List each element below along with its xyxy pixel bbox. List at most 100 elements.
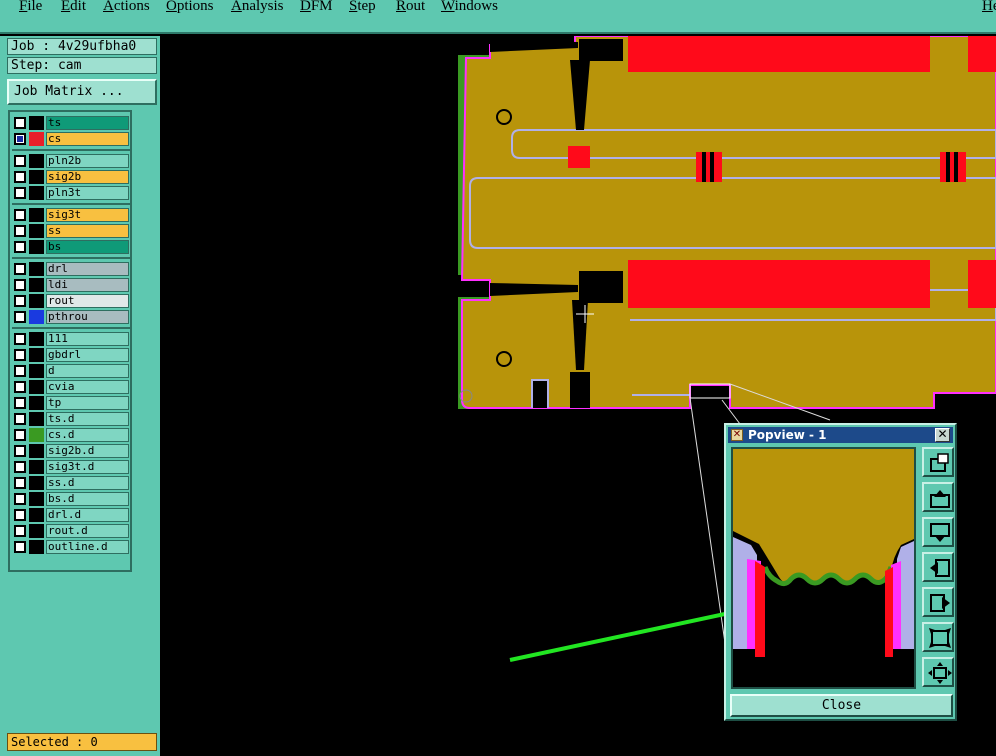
layer-color-swatch[interactable] [29,348,44,362]
layer-name[interactable]: ss.d [46,476,129,490]
layer-row-sig2b.d[interactable]: sig2b.d [12,444,130,458]
layer-row-gbdrl[interactable]: gbdrl [12,348,130,362]
layer-name[interactable]: sig3t.d [46,460,129,474]
layer-name[interactable]: sig3t [46,208,129,222]
layer-checkbox[interactable] [14,477,26,489]
layer-row-cvia[interactable]: cvia [12,380,130,394]
layer-color-swatch[interactable] [29,492,44,506]
layer-color-swatch[interactable] [29,116,44,130]
layer-name[interactable]: pln3t [46,186,129,200]
layer-name[interactable]: sig2b.d [46,444,129,458]
layer-name[interactable]: ts [46,116,129,130]
layer-color-swatch[interactable] [29,154,44,168]
layer-name[interactable]: 111 [46,332,129,346]
layer-checkbox[interactable] [14,541,26,553]
layer-row-rout[interactable]: rout [12,294,130,308]
layer-checkbox[interactable] [14,493,26,505]
layer-color-swatch[interactable] [29,460,44,474]
layer-name[interactable]: rout.d [46,524,129,538]
layer-checkbox[interactable] [14,525,26,537]
layer-checkbox[interactable] [14,445,26,457]
layer-row-ts[interactable]: ts [12,116,130,130]
layer-checkbox[interactable] [14,413,26,425]
layer-checkbox[interactable] [14,381,26,393]
menu-help[interactable]: He [982,0,996,15]
layer-checkbox[interactable] [14,209,26,221]
layer-checkbox[interactable] [14,187,26,199]
layer-color-swatch[interactable] [29,310,44,324]
close-icon[interactable]: ✕ [935,428,950,442]
menu-analysis[interactable]: Analysis [231,0,284,15]
layer-color-swatch[interactable] [29,262,44,276]
layer-checkbox[interactable] [14,263,26,275]
layer-name[interactable]: ts.d [46,412,129,426]
popview-titlebar[interactable]: ✕ Popview - 1 ✕ [728,427,953,443]
layer-color-swatch[interactable] [29,380,44,394]
menu-rout[interactable]: Rout [396,0,425,15]
menu-actions[interactable]: Actions [103,0,150,15]
popview-canvas[interactable] [731,447,916,689]
layer-color-swatch[interactable] [29,508,44,522]
layer-color-swatch[interactable] [29,132,44,146]
layer-row-ss[interactable]: ss [12,224,130,238]
layer-name[interactable]: outline.d [46,540,129,554]
layer-checkbox[interactable] [14,117,26,129]
layer-checkbox[interactable] [14,241,26,253]
menu-edit[interactable]: Edit [61,0,86,15]
zoom-home-button[interactable] [922,657,954,687]
layer-color-swatch[interactable] [29,294,44,308]
window-menu-icon[interactable]: ✕ [731,429,743,441]
layer-row-bs.d[interactable]: bs.d [12,492,130,506]
layer-name[interactable]: sig2b [46,170,129,184]
layer-color-swatch[interactable] [29,412,44,426]
zoom-window-button[interactable] [922,447,954,477]
layer-checkbox[interactable] [14,171,26,183]
layer-checkbox[interactable] [14,461,26,473]
layer-color-swatch[interactable] [29,186,44,200]
layer-color-swatch[interactable] [29,208,44,222]
layer-name[interactable]: tp [46,396,129,410]
layer-color-swatch[interactable] [29,444,44,458]
layer-checkbox[interactable] [14,225,26,237]
layer-checkbox[interactable] [14,295,26,307]
layer-row-drl.d[interactable]: drl.d [12,508,130,522]
layer-name[interactable]: pthrou [46,310,129,324]
layer-row-d[interactable]: d [12,364,130,378]
layer-name[interactable]: bs.d [46,492,129,506]
layer-color-swatch[interactable] [29,240,44,254]
layer-name[interactable]: drl.d [46,508,129,522]
menu-windows[interactable]: Windows [441,0,498,15]
layer-color-swatch[interactable] [29,332,44,346]
job-matrix-button[interactable]: Job Matrix ... [7,79,157,105]
layer-row-bs[interactable]: bs [12,240,130,254]
layer-checkbox[interactable] [14,397,26,409]
layer-name[interactable]: d [46,364,129,378]
layer-checkbox[interactable] [14,133,26,145]
layer-checkbox[interactable] [14,279,26,291]
layer-row-111[interactable]: 111 [12,332,130,346]
layer-name[interactable]: bs [46,240,129,254]
layer-name[interactable]: ldi [46,278,129,292]
pan-right-button[interactable] [922,587,954,617]
layer-color-swatch[interactable] [29,428,44,442]
layer-name[interactable]: pln2b [46,154,129,168]
layer-checkbox[interactable] [14,311,26,323]
layer-color-swatch[interactable] [29,476,44,490]
layer-name[interactable]: cs [46,132,129,146]
layer-row-pthrou[interactable]: pthrou [12,310,130,324]
layer-name[interactable]: gbdrl [46,348,129,362]
layer-name[interactable]: rout [46,294,129,308]
layer-name[interactable]: ss [46,224,129,238]
layer-row-cs.d[interactable]: cs.d [12,428,130,442]
pan-up-button[interactable] [922,482,954,512]
layer-row-ts.d[interactable]: ts.d [12,412,130,426]
layer-row-cs[interactable]: cs [12,132,130,146]
layer-checkbox[interactable] [14,365,26,377]
layer-name[interactable]: cs.d [46,428,129,442]
menu-options[interactable]: Options [166,0,214,15]
layer-checkbox[interactable] [14,509,26,521]
layer-name[interactable]: drl [46,262,129,276]
layer-color-swatch[interactable] [29,524,44,538]
menu-step[interactable]: Step [349,0,376,15]
layer-row-ldi[interactable]: ldi [12,278,130,292]
